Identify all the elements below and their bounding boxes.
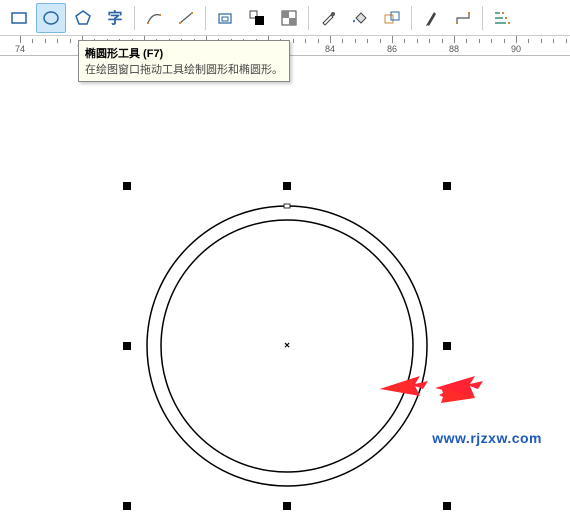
- ellipse-tool[interactable]: [36, 3, 66, 33]
- toolbar-separator: [411, 6, 412, 30]
- selection-handle[interactable]: [443, 182, 451, 190]
- center-marker: ×: [284, 341, 290, 352]
- transparency-tool[interactable]: [274, 3, 304, 33]
- options-tool[interactable]: [487, 3, 517, 33]
- connector-tool[interactable]: [448, 3, 478, 33]
- bezier-tool[interactable]: [171, 3, 201, 33]
- eyedropper-tool[interactable]: [313, 3, 343, 33]
- freehand-tool[interactable]: [139, 3, 169, 33]
- selection-handle[interactable]: [123, 182, 131, 190]
- watermark: www.rjzxw.com: [432, 430, 542, 446]
- arrow-right: [435, 376, 483, 398]
- ruler-label: 84: [325, 44, 335, 54]
- selection-handle[interactable]: [443, 502, 451, 510]
- selection-handle[interactable]: [283, 182, 291, 190]
- ruler-label: 86: [387, 44, 397, 54]
- selection-handle[interactable]: [283, 502, 291, 510]
- arrow-left: [380, 376, 428, 396]
- drawing-canvas[interactable]: × www.rjzxw.com: [0, 56, 570, 524]
- toolbar-separator: [205, 6, 206, 30]
- selection-handle[interactable]: [443, 342, 451, 350]
- selection-handle[interactable]: [123, 342, 131, 350]
- selection-handle[interactable]: [123, 502, 131, 510]
- shadow-tool[interactable]: [242, 3, 272, 33]
- tooltip-title: 椭圆形工具 (F7): [85, 45, 283, 61]
- ruler-label: 88: [449, 44, 459, 54]
- ruler-label: 74: [15, 44, 25, 54]
- outline-pen-tool[interactable]: [416, 3, 446, 33]
- toolbar-separator: [134, 6, 135, 30]
- top-node[interactable]: [284, 204, 290, 208]
- toolbar-separator: [308, 6, 309, 30]
- crop-tool[interactable]: [210, 3, 240, 33]
- toolbar-separator: [482, 6, 483, 30]
- tooltip: 椭圆形工具 (F7) 在绘图窗口拖动工具绘制圆形和椭圆形。: [78, 40, 290, 82]
- fill-tool[interactable]: [345, 3, 375, 33]
- tooltip-description: 在绘图窗口拖动工具绘制圆形和椭圆形。: [85, 61, 283, 77]
- blend-tool[interactable]: [377, 3, 407, 33]
- polygon-tool[interactable]: [68, 3, 98, 33]
- rectangle-tool[interactable]: [4, 3, 34, 33]
- ruler-label: 90: [511, 44, 521, 54]
- text-tool[interactable]: 字: [100, 3, 130, 33]
- toolbar: 字: [0, 0, 570, 36]
